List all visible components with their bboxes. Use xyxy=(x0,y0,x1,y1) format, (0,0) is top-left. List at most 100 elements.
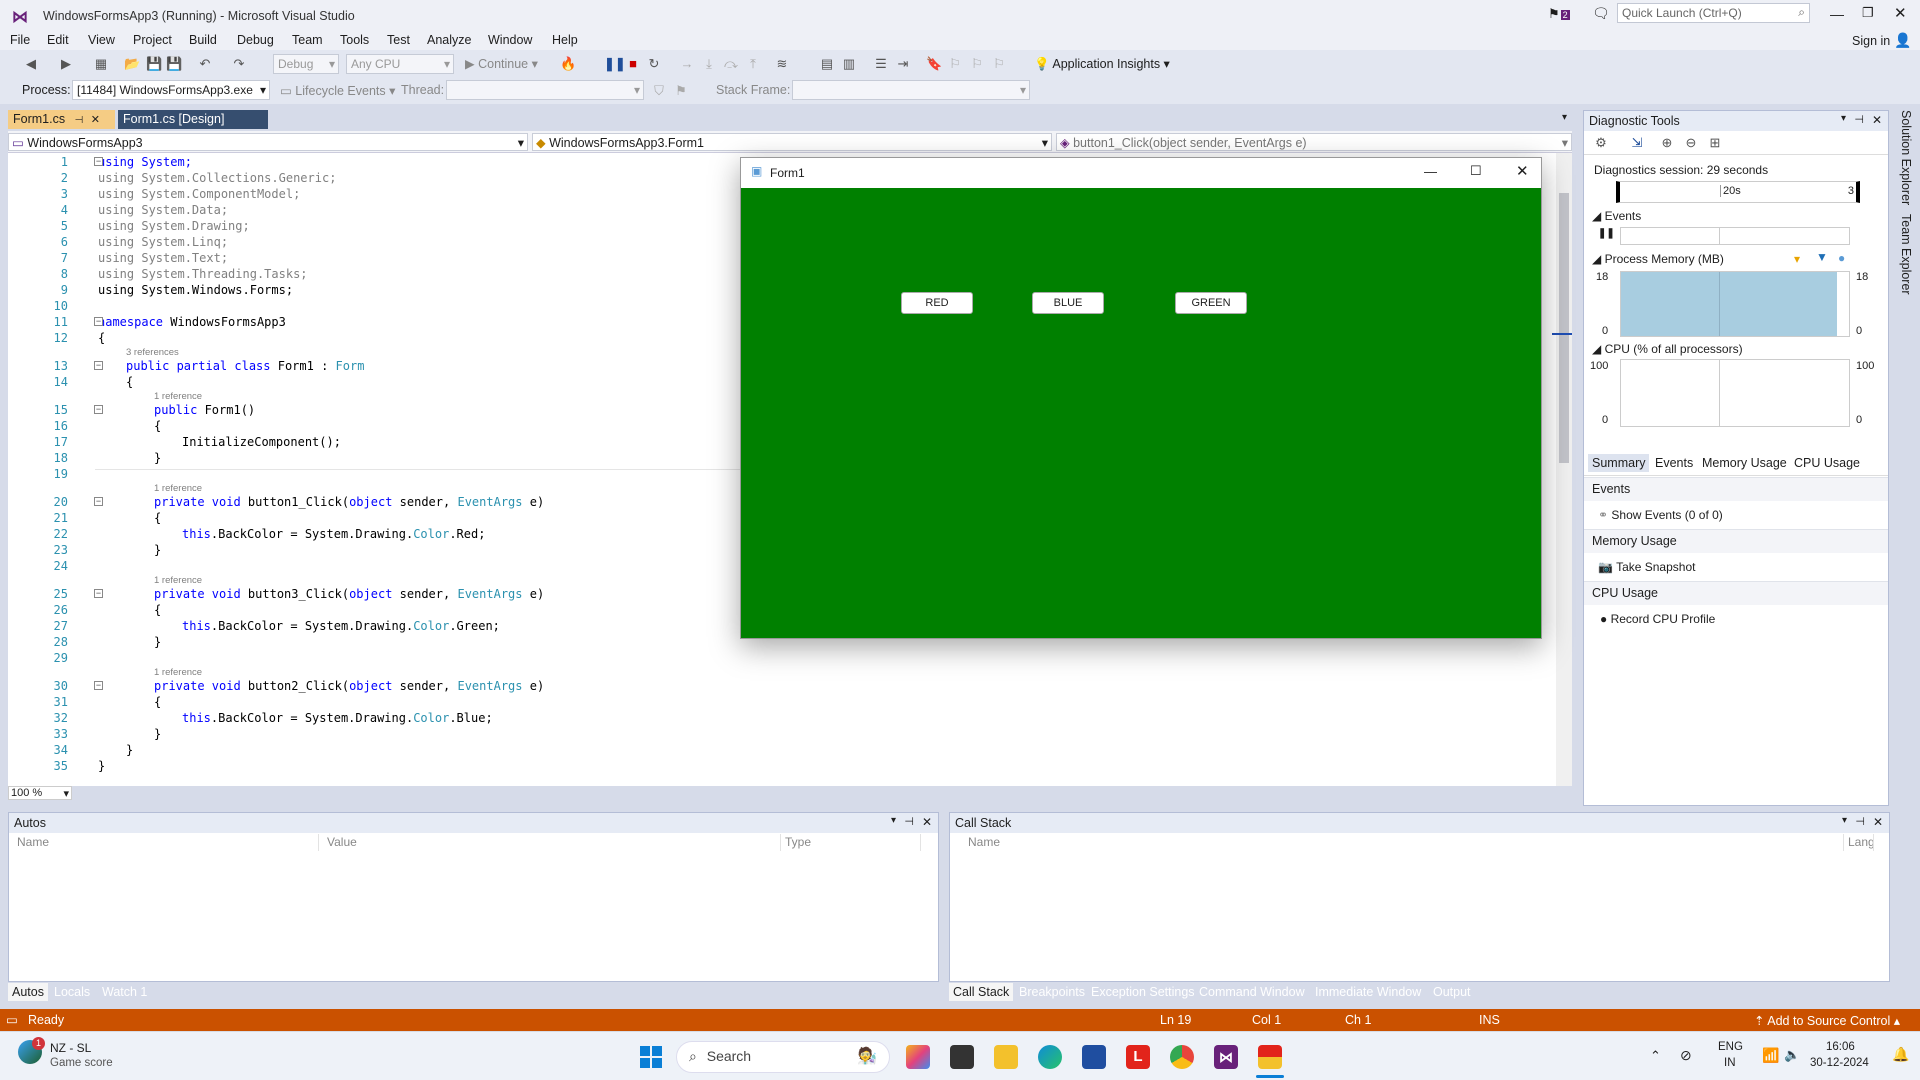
scrollbar-thumb[interactable] xyxy=(1559,193,1569,463)
menu-view[interactable]: View xyxy=(88,33,115,47)
close-icon[interactable]: ✕ xyxy=(91,114,100,126)
sign-in-link[interactable]: Sign in xyxy=(1852,34,1890,48)
account-icon[interactable]: 👤 xyxy=(1894,32,1911,49)
flag-threads-icon[interactable]: ⚑ xyxy=(674,84,688,98)
menu-debug[interactable]: Debug xyxy=(237,33,274,47)
network-status-icon[interactable]: ⊘ xyxy=(1680,1047,1692,1064)
indent-icon[interactable]: ⇥ xyxy=(896,57,910,71)
step-over-icon[interactable]: ⤼ xyxy=(724,57,738,71)
open-file-icon[interactable]: 📂 xyxy=(124,57,140,71)
menu-project[interactable]: Project xyxy=(133,33,172,47)
language-top[interactable]: ENG xyxy=(1718,1041,1743,1053)
form1-app-taskbar-icon[interactable] xyxy=(1258,1045,1282,1069)
member-select[interactable]: ◈ button1_Click(object sender, EventArgs… xyxy=(1056,133,1572,151)
references-codelens[interactable]: 1 reference xyxy=(154,483,202,494)
menu-test[interactable]: Test xyxy=(387,33,410,47)
dropdown-icon[interactable]: ▾ xyxy=(1841,113,1846,124)
tab-form1-cs[interactable]: Form1.cs ⊣ ✕ xyxy=(8,110,115,129)
bookmark-icon[interactable]: 🔖 xyxy=(926,57,942,71)
dropdown-icon[interactable]: ▾ xyxy=(1842,815,1847,826)
edge-browser-icon[interactable] xyxy=(1038,1045,1062,1069)
tab-overflow-icon[interactable]: ▾ xyxy=(1562,112,1567,123)
tab-breakpoints[interactable]: Breakpoints xyxy=(1015,983,1089,1001)
copilot-icon[interactable] xyxy=(906,1045,930,1069)
save-icon[interactable]: 💾 xyxy=(146,57,162,71)
references-codelens[interactable]: 3 references xyxy=(126,347,179,358)
volume-icon[interactable]: 🔈 xyxy=(1784,1047,1800,1063)
zoom-in-icon[interactable]: ⊕ xyxy=(1660,136,1674,150)
tab-watch-1[interactable]: Watch 1 xyxy=(98,983,151,1001)
references-codelens[interactable]: 1 reference xyxy=(154,391,202,402)
taskbar-search-box[interactable]: ⌕ Search 🧑‍🔬 xyxy=(676,1041,890,1073)
tab-autos[interactable]: Autos xyxy=(8,983,48,1001)
reset-view-icon[interactable]: ⊞ xyxy=(1708,136,1722,150)
terminal-icon[interactable] xyxy=(950,1045,974,1069)
new-project-icon[interactable]: ▦ xyxy=(94,57,108,71)
cpu-graph[interactable] xyxy=(1620,359,1850,427)
green-button[interactable]: GREEN xyxy=(1175,292,1247,314)
column-header-name[interactable]: Name xyxy=(13,834,319,851)
menu-tools[interactable]: Tools xyxy=(340,33,369,47)
memory-section-label[interactable]: ◢ Process Memory (MB) xyxy=(1592,252,1724,266)
step-into-icon[interactable]: ⤓ xyxy=(702,57,716,71)
undo-icon[interactable]: ↶ xyxy=(198,57,212,71)
collapse-icon[interactable]: − xyxy=(94,157,103,166)
store-icon[interactable] xyxy=(1082,1045,1106,1069)
menu-build[interactable]: Build xyxy=(189,33,217,47)
collapse-icon[interactable]: − xyxy=(94,361,103,370)
pin-icon[interactable]: ⊣ xyxy=(1854,113,1864,126)
notification-bell-icon[interactable]: 🔔 xyxy=(1892,1046,1909,1063)
layout-icon[interactable]: ▥ xyxy=(842,57,856,71)
team-explorer-tab[interactable]: Team Explorer xyxy=(1899,214,1913,295)
events-section-label[interactable]: ◢ Events xyxy=(1592,209,1641,223)
record-cpu-button[interactable]: ● Record CPU Profile xyxy=(1600,612,1715,626)
red-button[interactable]: RED xyxy=(901,292,973,314)
add-to-source-control-button[interactable]: ⇡ Add to Source Control ▴ xyxy=(1754,1013,1900,1028)
configuration-select[interactable]: Debug ▾ xyxy=(273,54,339,74)
tab-summary[interactable]: Summary xyxy=(1588,454,1650,472)
menu-edit[interactable]: Edit xyxy=(47,33,69,47)
tab-events[interactable]: Events xyxy=(1651,454,1697,472)
tab-locals[interactable]: Locals xyxy=(50,983,94,1001)
class-select[interactable]: ◆ WindowsFormsApp3.Form1 ▾ xyxy=(532,133,1052,151)
clock-time[interactable]: 16:06 xyxy=(1826,1041,1855,1053)
pin-icon[interactable]: ⊣ xyxy=(904,815,914,828)
lifecycle-events-button[interactable]: ▭ Lifecycle Events ▾ xyxy=(280,83,395,98)
collapse-icon[interactable]: − xyxy=(94,405,103,414)
lenovo-app-icon[interactable]: L xyxy=(1126,1045,1150,1069)
menu-help[interactable]: Help xyxy=(552,33,578,47)
bookmark-prev-icon[interactable]: ⚐ xyxy=(948,57,962,71)
layout-icon[interactable]: ▤ xyxy=(820,57,834,71)
form-close-button[interactable]: ✕ xyxy=(1516,162,1529,180)
restart-icon[interactable]: ↻ xyxy=(647,57,661,71)
stack-frame-select[interactable]: ▾ xyxy=(792,80,1030,100)
application-insights-button[interactable]: 💡 Application Insights ▾ xyxy=(1034,56,1170,72)
close-icon[interactable]: ✕ xyxy=(922,815,932,829)
tab-exception-settings[interactable]: Exception Settings xyxy=(1087,983,1199,1001)
column-header-value[interactable]: Value xyxy=(323,834,781,851)
show-hidden-icons-icon[interactable]: ⌃ xyxy=(1650,1048,1661,1064)
quick-launch-input[interactable]: Quick Launch (Ctrl+Q) ⌕ xyxy=(1617,3,1810,23)
pin-icon[interactable]: ⊣ xyxy=(1855,815,1865,828)
hot-reload-icon[interactable]: 🔥 xyxy=(560,57,576,71)
feedback-icon[interactable]: 🗨 xyxy=(1592,5,1610,22)
maximize-button[interactable]: ❐ xyxy=(1862,5,1874,21)
collapse-icon[interactable]: − xyxy=(94,589,103,598)
references-codelens[interactable]: 1 reference xyxy=(154,667,202,678)
pin-icon[interactable]: ⊣ xyxy=(75,115,84,126)
pause-icon[interactable]: ❚❚ xyxy=(604,57,626,71)
navigate-forward-icon[interactable]: ▶ xyxy=(59,57,73,71)
column-header-lang[interactable]: Lang xyxy=(1844,834,1874,851)
notification-flag-icon[interactable]: ⚑ 2 xyxy=(1548,6,1570,22)
collapse-icon[interactable]: − xyxy=(94,317,103,326)
close-icon[interactable]: ✕ xyxy=(1872,113,1882,127)
filter-icon[interactable]: ⛉ xyxy=(652,84,666,98)
align-icon[interactable]: ☰ xyxy=(874,57,888,71)
minimize-button[interactable]: — xyxy=(1830,6,1844,22)
bookmark-next-icon[interactable]: ⚐ xyxy=(970,57,984,71)
menu-file[interactable]: File xyxy=(10,33,30,47)
stop-icon[interactable]: ■ xyxy=(626,57,640,71)
file-explorer-icon[interactable] xyxy=(994,1045,1018,1069)
take-snapshot-button[interactable]: 📷 Take Snapshot xyxy=(1598,560,1695,574)
solution-explorer-tab[interactable]: Solution Explorer xyxy=(1899,110,1913,205)
